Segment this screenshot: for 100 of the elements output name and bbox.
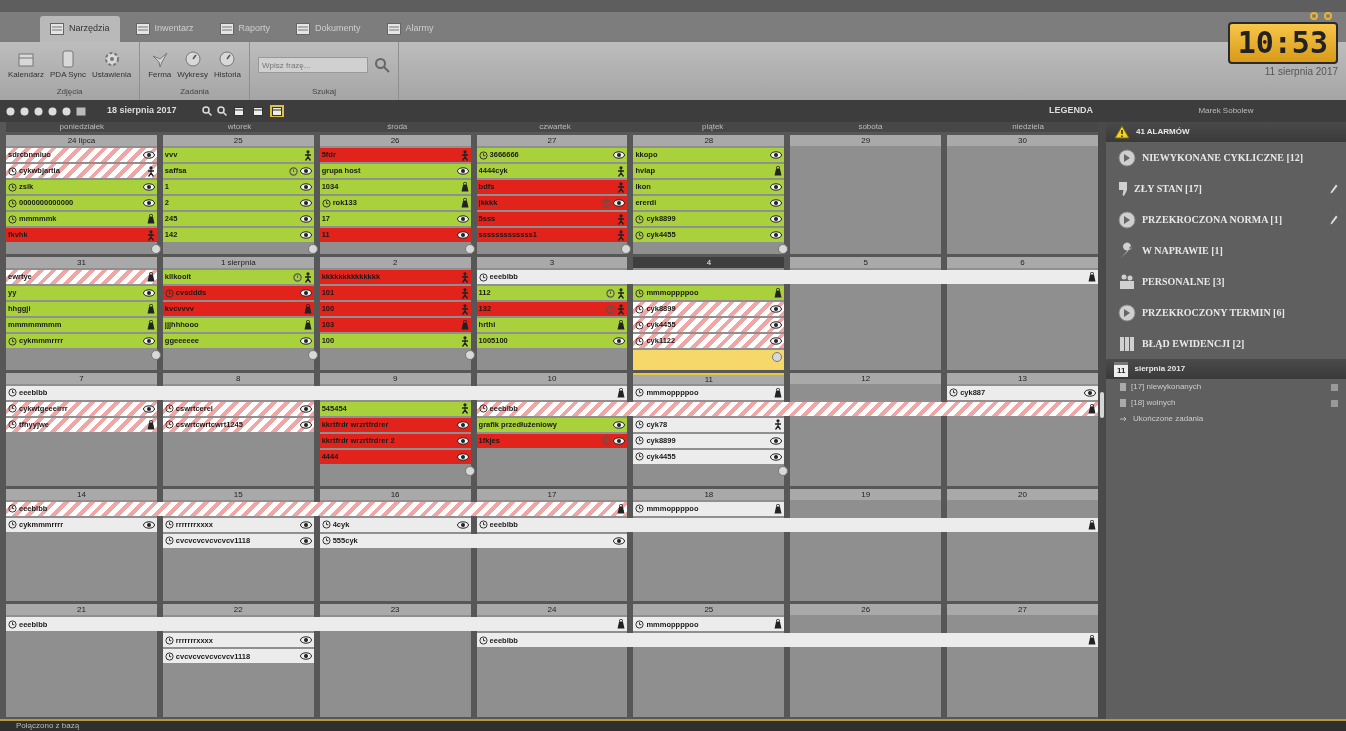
eye-icon xyxy=(142,183,155,191)
legend-link[interactable]: LEGENDA xyxy=(1049,104,1101,118)
circle-icon[interactable] xyxy=(62,106,71,116)
ribbon-button[interactable]: Kalendarz xyxy=(8,49,45,81)
alarm-item[interactable]: PERSONALNE [3] xyxy=(1106,266,1346,297)
more-button[interactable] xyxy=(621,244,632,254)
circle-icon[interactable] xyxy=(48,106,57,116)
more-button[interactable] xyxy=(307,244,318,254)
bag-icon xyxy=(303,320,312,330)
bag-icon xyxy=(146,214,155,224)
day-number: 7 xyxy=(6,372,157,384)
checkbox[interactable] xyxy=(1331,383,1338,391)
eye-icon xyxy=(299,536,312,545)
eye-icon xyxy=(299,337,312,345)
window-icon xyxy=(50,23,64,35)
bag-icon xyxy=(774,387,783,398)
circle-icon[interactable] xyxy=(20,106,29,116)
zoom-in-icon[interactable] xyxy=(216,106,227,116)
eye-icon xyxy=(770,215,783,223)
alarm-label: PERSONALNE [3] xyxy=(1142,275,1226,289)
more-button[interactable] xyxy=(772,352,783,362)
alarm-label: W NAPRAWIE [1] xyxy=(1142,244,1224,258)
gear-icon xyxy=(102,49,121,68)
eye-icon xyxy=(770,199,783,207)
more-button[interactable] xyxy=(150,244,161,254)
calendar-badge: 11 xyxy=(1114,361,1129,377)
ribbon-tab[interactable]: Narzędzia xyxy=(40,16,120,42)
bag-icon xyxy=(617,619,626,630)
person-icon xyxy=(617,303,626,315)
pencil-icon[interactable] xyxy=(1330,214,1338,225)
circle-icon[interactable] xyxy=(34,106,43,116)
eye-icon xyxy=(299,404,312,413)
window-icon xyxy=(135,23,150,35)
day-number: 25 xyxy=(633,604,785,616)
view-button[interactable] xyxy=(231,105,246,117)
day-number: 15 xyxy=(162,488,314,500)
alarm-item[interactable]: ZŁY STAN [17] xyxy=(1106,173,1346,204)
alarm-icon xyxy=(292,272,302,282)
person-icon xyxy=(460,271,469,283)
scrollbar-thumb[interactable] xyxy=(1100,392,1104,418)
person-icon xyxy=(617,287,626,299)
day-number: 30 xyxy=(947,135,1098,146)
summary-item[interactable]: [18] wolnych xyxy=(1131,397,1176,409)
day-number: 21 xyxy=(6,604,157,616)
view-button[interactable] xyxy=(250,105,265,117)
day-number: 11 xyxy=(633,372,785,384)
eye-icon xyxy=(142,151,155,159)
summary-item[interactable]: [17] niewykonanych xyxy=(1131,381,1202,393)
ribbon-button[interactable]: Ustawienia xyxy=(92,49,132,81)
eye-icon xyxy=(299,652,312,661)
alarm-item[interactable]: W NAPRAWIE [1] xyxy=(1106,235,1346,266)
eye-icon xyxy=(299,167,312,175)
summary-title: sierpnia 2017 xyxy=(1134,363,1186,375)
eye-icon xyxy=(1084,388,1096,397)
person-icon xyxy=(617,181,626,193)
alarm-item[interactable]: NIEWYKONANE CYKLICZNE [12] xyxy=(1106,142,1346,173)
bag-icon xyxy=(460,320,469,330)
ribbon-button[interactable]: Wykresy xyxy=(177,49,208,81)
alarm-item[interactable]: PRZEKROCZONY TERMIN [6] xyxy=(1106,297,1346,328)
scrollbar[interactable] xyxy=(1098,122,1106,719)
more-button[interactable] xyxy=(307,350,318,360)
view-button[interactable] xyxy=(269,105,284,117)
current-date: 18 sierpnia 2017 xyxy=(107,104,177,118)
eye-icon xyxy=(142,199,155,207)
eye-icon xyxy=(613,420,626,429)
window-icon xyxy=(219,23,234,35)
eye-icon xyxy=(456,215,469,223)
thumbs-down-icon xyxy=(1118,181,1128,196)
circle-icon[interactable] xyxy=(6,106,15,116)
eye-icon xyxy=(613,536,626,545)
more-button[interactable] xyxy=(464,244,475,254)
alarm-item[interactable]: PRZEKROCZONA NORMA [1] xyxy=(1106,204,1346,235)
eye-icon xyxy=(142,404,155,413)
status-text: Połączono z bazą xyxy=(0,719,1346,731)
person-icon xyxy=(460,149,469,161)
more-button[interactable] xyxy=(464,350,475,360)
zoom-out-icon[interactable] xyxy=(201,106,212,116)
day-number: 6 xyxy=(947,257,1098,268)
ribbon-button[interactable]: PDA Sync xyxy=(50,49,87,81)
bag-icon xyxy=(774,166,783,176)
more-button[interactable] xyxy=(778,244,789,254)
ribbon-button[interactable]: Historia xyxy=(213,49,242,81)
summary-link[interactable]: Ukończone zadania xyxy=(1133,413,1204,425)
weekday-label: czwartek xyxy=(538,122,572,132)
day-number: 25 xyxy=(162,135,314,146)
search-icon[interactable] xyxy=(374,57,391,73)
bag-icon xyxy=(303,304,312,314)
more-button[interactable] xyxy=(464,465,475,476)
eye-icon xyxy=(456,231,469,239)
alarm-icon xyxy=(602,198,612,208)
day-number: 29 xyxy=(790,135,942,146)
more-button[interactable] xyxy=(778,465,789,476)
ribbon-button[interactable]: Ferma xyxy=(148,49,172,81)
checkbox[interactable] xyxy=(1331,399,1338,407)
search-field[interactable]: Wpisz frazę... xyxy=(258,57,369,73)
pencil-icon[interactable] xyxy=(1330,183,1338,194)
alarm-item[interactable]: BŁĄD EWIDENCJI [2] xyxy=(1106,328,1346,359)
calendar-icon[interactable] xyxy=(76,106,86,116)
bag-icon xyxy=(146,320,155,330)
more-button[interactable] xyxy=(150,350,161,360)
